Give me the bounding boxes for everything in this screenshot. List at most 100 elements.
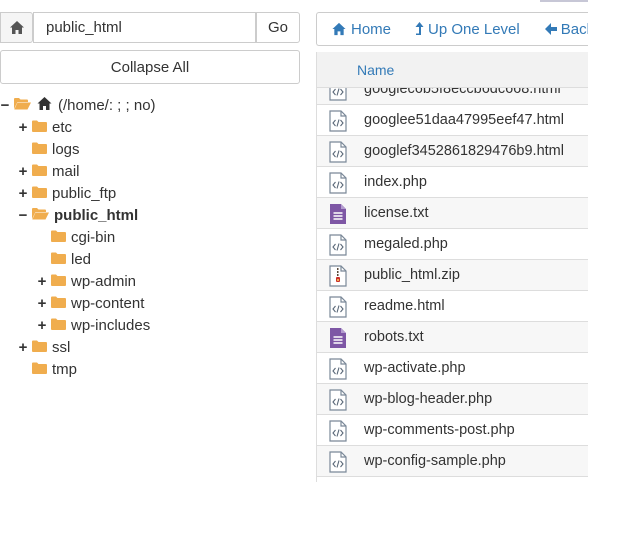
folder-icon [32, 339, 47, 356]
tree-item-home[interactable]: − (/home/: ; ; no) [0, 94, 156, 116]
file-name: googlee51daa47995eef47.html [364, 112, 564, 128]
go-button[interactable]: Go [256, 12, 300, 43]
home-icon [9, 21, 24, 34]
file-code-icon [329, 141, 347, 166]
expand-icon[interactable]: + [37, 273, 47, 290]
file-text-icon [329, 327, 347, 352]
folder-icon [32, 163, 47, 180]
tree-item-label: ssl [52, 338, 71, 356]
collapse-icon[interactable]: − [18, 207, 28, 224]
collapse-icon[interactable]: − [0, 97, 10, 114]
home-icon [36, 96, 53, 115]
file-name: wp-blog-header.php [364, 391, 493, 407]
tree-item-label: wp-content [71, 294, 145, 312]
collapse-all-button[interactable]: Collapse All [0, 50, 300, 84]
tree-item-label: public_ftp [52, 184, 117, 202]
home-icon [332, 22, 346, 36]
file-zip-icon [329, 265, 347, 290]
expand-icon[interactable]: + [37, 295, 47, 312]
path-input[interactable] [33, 12, 256, 43]
tree-item-label: tmp [52, 360, 78, 378]
file-name: wp-comments-post.php [364, 422, 515, 438]
folder-icon [51, 317, 66, 334]
file-name: wp-activate.php [364, 360, 466, 376]
folder-open-icon [32, 207, 49, 224]
file-toolbar: Home Up One Level Back [316, 12, 616, 46]
file-code-icon [329, 389, 347, 414]
expand-icon[interactable]: + [18, 163, 28, 180]
back-button[interactable]: Back [544, 21, 594, 38]
tree-item-label: cgi-bin [71, 228, 116, 246]
file-row[interactable]: wp-blog-header.php [317, 384, 589, 415]
tree-item-label: led [71, 250, 92, 268]
folder-icon [51, 251, 66, 268]
file-text-icon [329, 203, 347, 228]
file-name: googlef3452861829476b9.html [364, 143, 564, 159]
tree-item-label: (/home/: ; ; no) [58, 96, 156, 114]
name-column-label: Name [357, 62, 395, 78]
file-name: index.php [364, 174, 427, 190]
file-row[interactable]: wp-activate.php [317, 353, 589, 384]
folder-icon [32, 141, 47, 158]
name-column-header[interactable]: Name [317, 52, 589, 88]
file-row[interactable]: wp-comments-post.php [317, 415, 589, 446]
home-directory-button[interactable] [0, 12, 33, 43]
folder-icon [51, 295, 66, 312]
tree-item-label: etc [52, 118, 73, 136]
tree-item-public-ftp[interactable]: + public_ftp [18, 182, 117, 204]
file-row[interactable]: megaled.php [317, 229, 589, 260]
tree-item-ssl[interactable]: + ssl [18, 336, 71, 358]
tree-item-label: logs [52, 140, 80, 158]
file-row[interactable]: readme.html [317, 291, 589, 322]
file-code-icon [329, 358, 347, 383]
file-code-icon [329, 420, 347, 445]
file-code-icon [329, 451, 347, 476]
tree-item-label: wp-includes [71, 316, 151, 334]
tree-item-wp-includes[interactable]: + wp-includes [37, 314, 151, 336]
file-code-icon [329, 296, 347, 321]
file-row[interactable]: public_html.zip [317, 260, 589, 291]
folder-icon [32, 119, 47, 136]
tree-item-cgi-bin[interactable]: cgi-bin [37, 226, 115, 248]
toolbar-home-button[interactable]: Home [331, 21, 391, 38]
folder-open-icon [14, 97, 32, 114]
file-row[interactable]: index.php [317, 167, 589, 198]
tree-item-wp-admin[interactable]: + wp-admin [37, 270, 136, 292]
expand-icon[interactable]: + [18, 185, 28, 202]
file-row[interactable]: googlee51daa47995eef47.html [317, 105, 589, 136]
tree-item-label: public_html [54, 206, 139, 224]
folder-icon [32, 185, 47, 202]
tree-item-etc[interactable]: + etc [18, 116, 72, 138]
tree-item-label: mail [52, 162, 80, 180]
file-row[interactable] [317, 477, 589, 482]
file-name: robots.txt [364, 329, 424, 345]
file-code-icon [329, 234, 347, 259]
tree-item-label: wp-admin [71, 272, 137, 290]
file-row[interactable]: robots.txt [317, 322, 589, 353]
level-up-icon [415, 22, 424, 35]
file-row[interactable]: wp-config-sample.php [317, 446, 589, 477]
file-name: readme.html [364, 298, 445, 314]
tree-item-mail[interactable]: + mail [18, 160, 80, 182]
file-list: googlec6b5f8eccb6dc668.html googlee51daa4… [316, 52, 589, 482]
tree-item-tmp[interactable]: tmp [18, 358, 77, 380]
up-one-level-button[interactable]: Up One Level [415, 21, 520, 38]
tree-item-wp-content[interactable]: + wp-content [37, 292, 145, 314]
tree-item-public-html[interactable]: − public_html [18, 204, 139, 226]
file-name: license.txt [364, 205, 429, 221]
tree-item-led[interactable]: led [37, 248, 91, 270]
expand-icon[interactable]: + [18, 339, 28, 356]
folder-icon [51, 273, 66, 290]
tree-item-logs[interactable]: logs [18, 138, 80, 160]
file-code-icon [329, 172, 347, 197]
expand-icon[interactable]: + [18, 119, 28, 136]
file-row[interactable]: license.txt [317, 198, 589, 229]
file-name: megaled.php [364, 236, 448, 252]
toolbar-home-label: Home [351, 20, 392, 38]
file-row[interactable]: googlef3452861829476b9.html [317, 136, 589, 167]
file-code-icon [329, 110, 347, 135]
arrow-left-icon [544, 23, 557, 35]
folder-icon [51, 229, 66, 246]
expand-icon[interactable]: + [37, 317, 47, 334]
up-one-level-label: Up One Level [428, 20, 520, 38]
